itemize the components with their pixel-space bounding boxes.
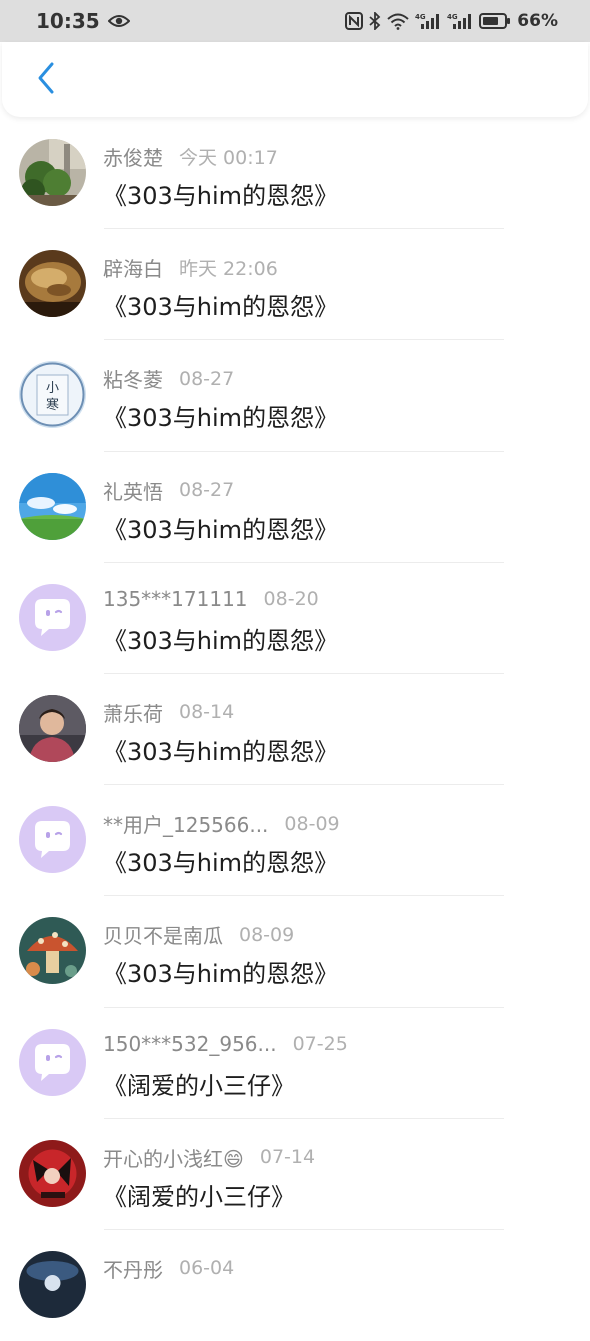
list-item[interactable]: 萧乐荷 08-14 《303与him的恩怨》 <box>0 674 590 786</box>
avatar[interactable] <box>19 583 86 651</box>
timestamp: 08-14 <box>179 701 235 724</box>
work-title: 《303与him的恩怨》 <box>103 404 339 433</box>
svg-text:寒: 寒 <box>46 397 59 413</box>
wifi-icon <box>387 13 409 30</box>
item-meta: 萧乐荷 08-14 <box>103 698 234 727</box>
work-title: 《303与him的恩怨》 <box>103 626 339 655</box>
status-time: 10:35 <box>36 9 100 33</box>
item-meta: 不丹彤 06-04 <box>103 1254 234 1283</box>
battery-percent: 66% <box>517 11 558 31</box>
eye-icon <box>107 14 130 28</box>
svg-text:4G: 4G <box>415 13 426 21</box>
user-name: 开心的小浅红😄 <box>103 1146 244 1171</box>
avatar[interactable] <box>19 694 86 762</box>
list-item[interactable]: 小 寒 粘冬菱 08-27 《303与him的恩怨》 <box>0 340 590 452</box>
timestamp: 今天 00:17 <box>179 147 278 169</box>
list-item[interactable]: 贝贝不是南瓜 08-09 《303与him的恩怨》 <box>0 896 590 1008</box>
avatar[interactable] <box>19 1250 86 1318</box>
avatar[interactable] <box>19 917 86 985</box>
work-title: 《303与him的恩怨》 <box>103 182 339 210</box>
user-name: 贝贝不是南瓜 <box>103 924 223 949</box>
chat-bubble-icon <box>19 1028 86 1096</box>
timestamp: 08-27 <box>179 479 235 502</box>
user-name: 不丹彤 <box>103 1257 163 1282</box>
item-meta: 礼英悟 08-27 <box>103 476 234 505</box>
work-title: 《303与him的恩怨》 <box>103 515 339 544</box>
list-item[interactable]: 不丹彤 06-04 <box>0 1230 590 1341</box>
list-item[interactable]: 135***171111 08-20 《303与him的恩怨》 <box>0 563 590 674</box>
timestamp: 08-27 <box>179 367 235 390</box>
item-meta: 开心的小浅红😄 07-14 <box>103 1143 315 1172</box>
work-title: 《303与him的恩怨》 <box>103 737 339 766</box>
user-name: 赤俊楚 <box>103 146 163 170</box>
avatar[interactable] <box>19 250 86 318</box>
user-name: 150***532_956... <box>103 1031 277 1056</box>
work-title: 《阔爱的小三仔》 <box>103 1182 295 1211</box>
item-meta: 贝贝不是南瓜 08-09 <box>103 920 294 949</box>
message-list: 赤俊楚 今天 00:17 《303与him的恩怨》 辟海白 昨天 22:06 《… <box>0 118 590 1341</box>
back-button[interactable] <box>16 50 76 110</box>
work-title: 《303与him的恩怨》 <box>103 849 339 878</box>
user-name: **用户_125566... <box>103 813 269 838</box>
list-item[interactable]: 赤俊楚 今天 00:17 《303与him的恩怨》 <box>0 118 590 230</box>
item-meta: 赤俊楚 今天 00:17 <box>103 142 278 171</box>
item-meta: 辟海白 昨天 22:06 <box>103 253 278 282</box>
timestamp: 08-09 <box>284 812 340 835</box>
work-title: 《303与him的恩怨》 <box>103 960 339 989</box>
user-name: 礼英悟 <box>103 479 163 504</box>
status-left: 10:35 <box>36 9 130 33</box>
avatar[interactable] <box>19 1028 86 1096</box>
status-bar: 10:35 4G 4G 66% <box>0 0 590 42</box>
item-meta: **用户_125566... 08-09 <box>103 809 340 838</box>
signal-4g-icon: 4G <box>415 12 441 30</box>
work-title: 《阔爱的小三仔》 <box>103 1071 295 1100</box>
item-meta: 135***171111 08-20 <box>103 587 319 611</box>
timestamp: 07-14 <box>259 1146 316 1169</box>
bluetooth-icon <box>369 12 381 30</box>
timestamp: 06-04 <box>179 1257 235 1280</box>
user-name: 135***171111 <box>103 586 248 611</box>
list-item[interactable]: 150***532_956... 07-25 《阔爱的小三仔》 <box>0 1008 590 1119</box>
chevron-left-icon <box>35 61 57 99</box>
avatar[interactable] <box>19 806 86 874</box>
avatar[interactable]: 小 寒 <box>19 361 86 429</box>
timestamp: 昨天 22:06 <box>179 258 278 281</box>
chat-bubble-icon <box>19 583 86 651</box>
avatar[interactable] <box>19 1139 86 1207</box>
app-header <box>2 42 588 117</box>
svg-text:4G: 4G <box>447 13 458 21</box>
user-name: 萧乐荷 <box>103 701 163 726</box>
signal-4g-icon: 4G <box>447 12 473 30</box>
chat-bubble-icon <box>19 806 86 874</box>
user-name: 辟海白 <box>103 257 163 282</box>
timestamp: 08-20 <box>263 587 319 610</box>
list-item[interactable]: 开心的小浅红😄 07-14 《阔爱的小三仔》 <box>0 1119 590 1230</box>
item-meta: 粘冬菱 08-27 <box>103 364 234 393</box>
avatar[interactable] <box>19 472 86 540</box>
timestamp: 07-25 <box>292 1032 348 1055</box>
timestamp: 08-09 <box>239 923 295 946</box>
list-item[interactable]: 礼英悟 08-27 《303与him的恩怨》 <box>0 452 590 563</box>
user-name: 粘冬菱 <box>103 368 163 393</box>
avatar[interactable] <box>19 139 86 206</box>
battery-icon <box>479 13 511 29</box>
svg-text:小: 小 <box>46 381 59 396</box>
status-right: 4G 4G 66% <box>345 11 558 31</box>
work-title: 《303与him的恩怨》 <box>103 293 339 322</box>
nfc-icon <box>345 12 364 30</box>
list-item[interactable]: 辟海白 昨天 22:06 《303与him的恩怨》 <box>0 229 590 341</box>
list-item[interactable]: **用户_125566... 08-09 《303与him的恩怨》 <box>0 785 590 897</box>
item-meta: 150***532_956... 07-25 <box>103 1032 348 1056</box>
